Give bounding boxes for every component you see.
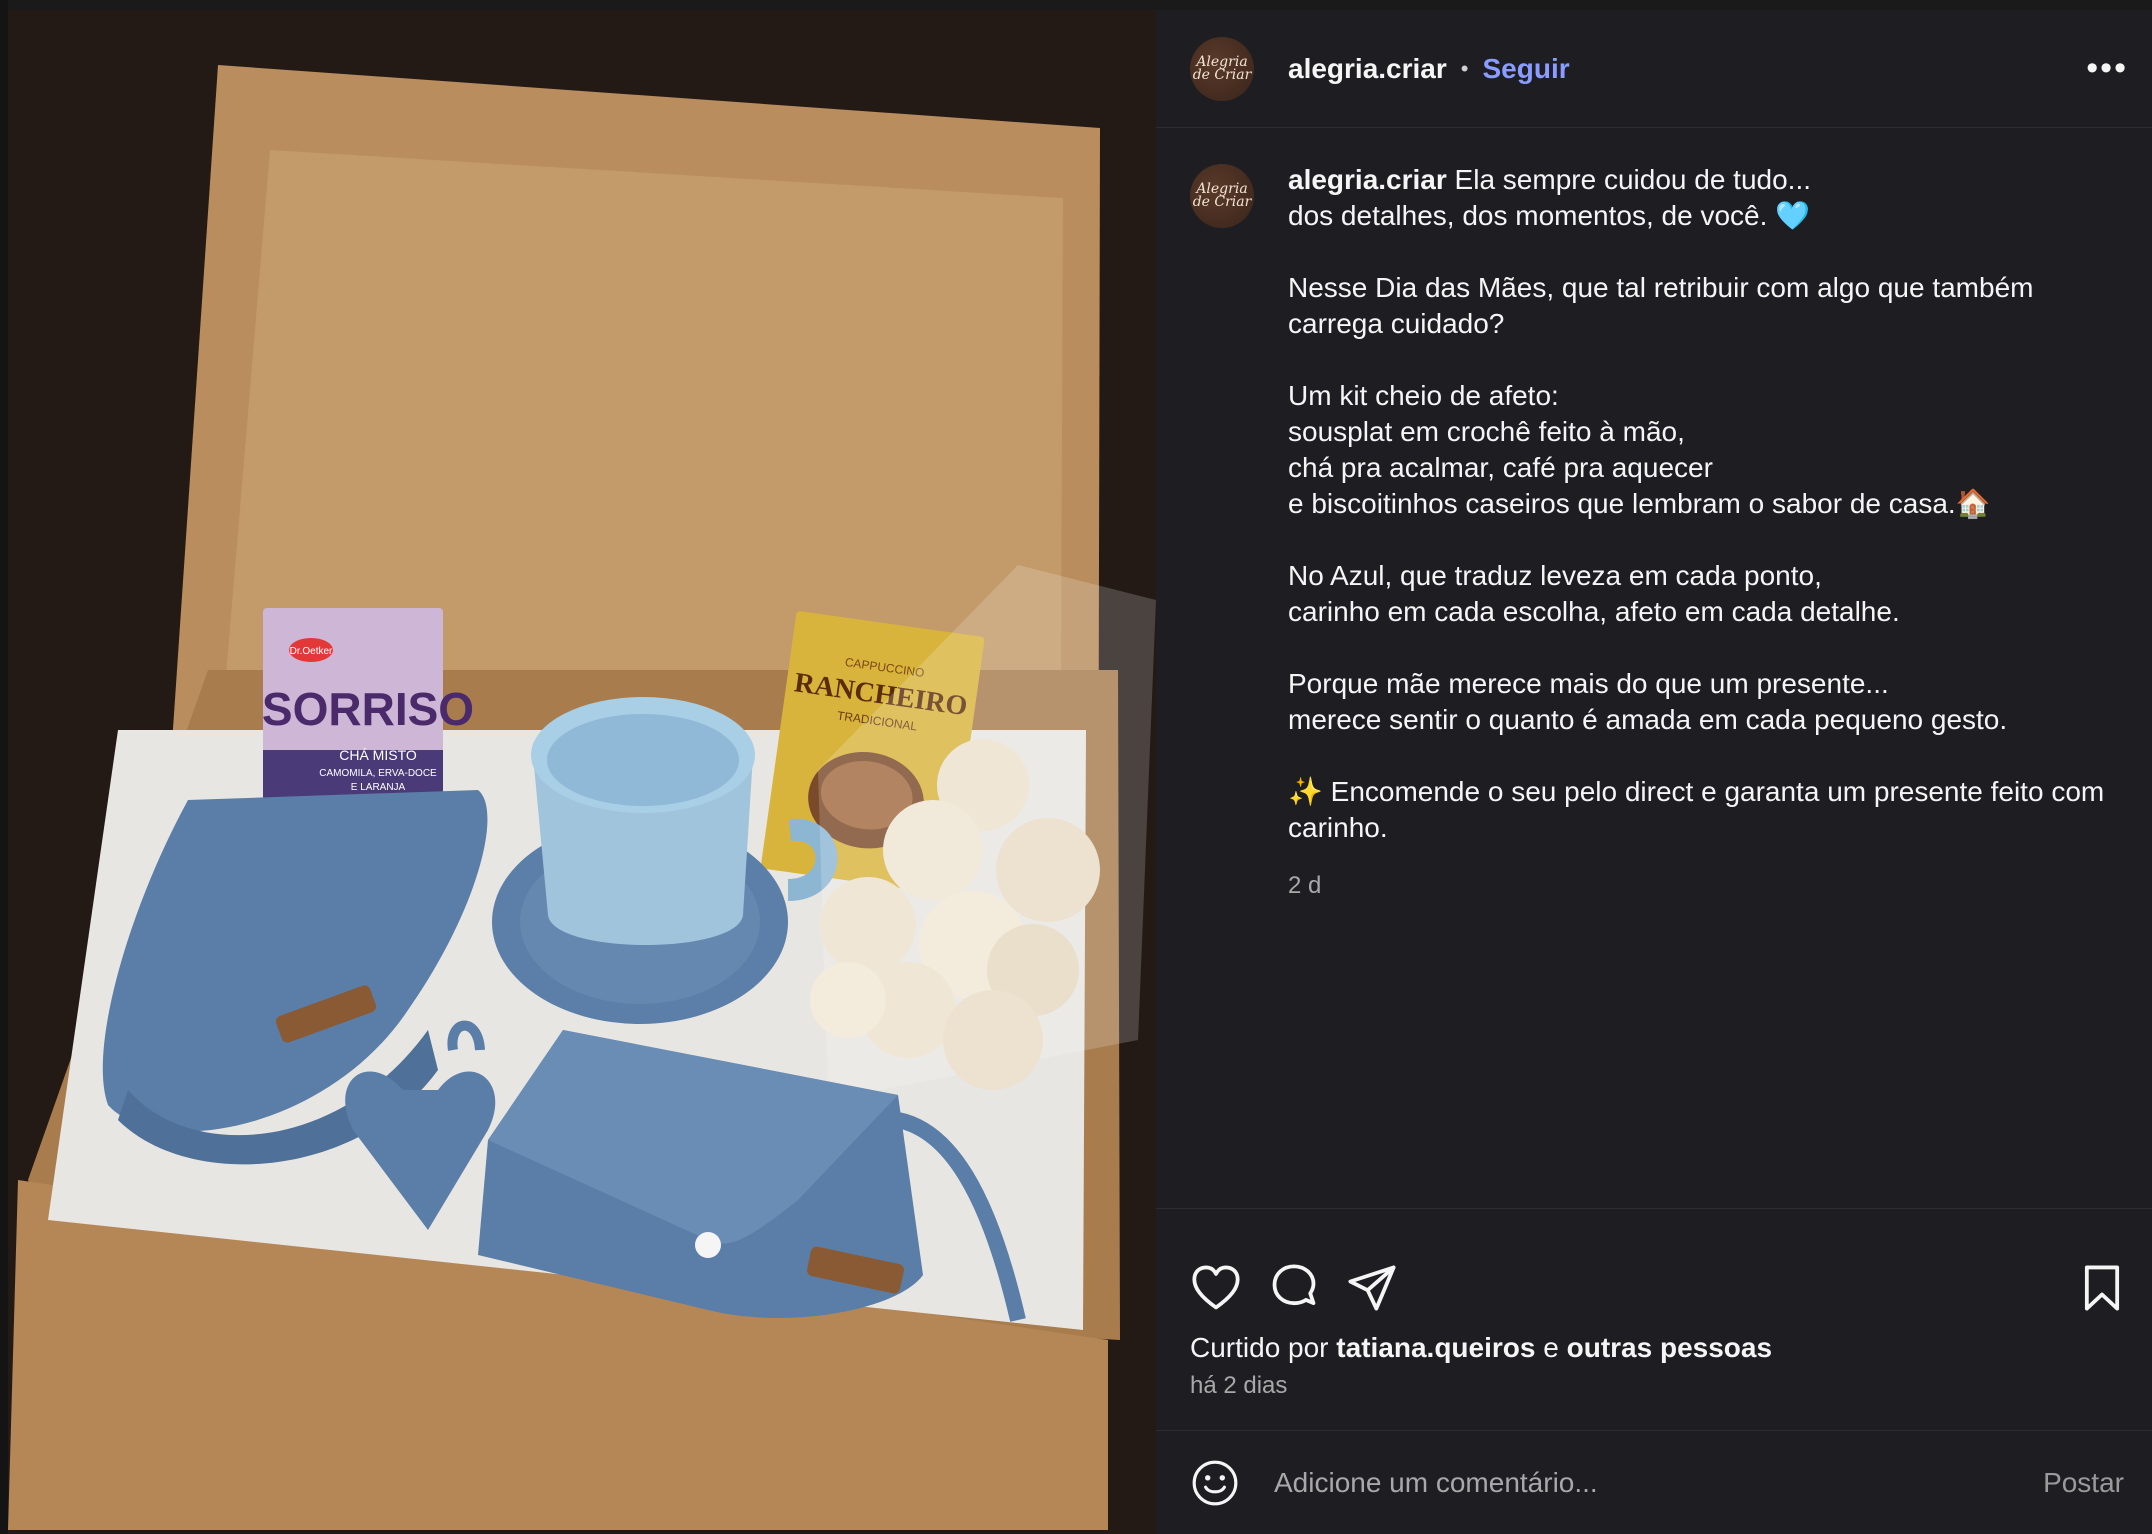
heart-icon[interactable] [1190,1262,1242,1314]
caption-username[interactable]: alegria.criar [1288,164,1447,195]
tea-sub-text-2: CAMOMILA, ERVA-DOCE [319,768,437,779]
emoji-icon[interactable] [1190,1458,1240,1508]
posted-time[interactable]: há 2 dias [1156,1364,2152,1400]
tea-sub-text-1: CHÁ MISTO [339,747,417,763]
caption-area: Alegria de Criar alegria.criar Ela sempr… [1156,128,2152,1208]
post-header: Alegria de Criar alegria.criar • Seguir … [1156,10,2152,128]
caption-avatar-logo-text: Alegria de Criar [1192,181,1252,210]
caption-timestamp[interactable]: 2 d [1288,868,2108,904]
author-avatar[interactable]: Alegria de Criar [1190,36,1254,101]
window-top-strip [0,0,2152,10]
author-username[interactable]: alegria.criar [1288,53,1447,85]
likes-prefix: Curtido por [1190,1332,1337,1363]
bookmark-icon[interactable] [2076,1262,2128,1314]
separator-dot: • [1460,55,1469,81]
post-caption: alegria.criar Ela sempre cuidou de tudo.… [1288,162,2108,1208]
action-bar [1156,1208,2152,1314]
likes-conj: e [1535,1332,1567,1363]
more-options-icon[interactable]: ••• [2086,49,2128,88]
share-icon[interactable] [1346,1262,1398,1314]
follow-button[interactable]: Seguir [1482,53,1569,85]
tea-brand-text: Dr.Oetker [290,646,333,657]
caption-author-avatar[interactable]: Alegria de Criar [1190,164,1254,228]
gift-box-photo: Dr.Oetker SORRISO CHÁ MISTO CAMOMILA, ER… [8,10,1156,1534]
avatar-logo-text: Alegria de Criar [1192,53,1252,83]
post-comment-button[interactable]: Postar [2043,1467,2124,1499]
tea-name-text: SORRISO [262,683,474,735]
tea-sub-text-3: E LARANJA [351,782,406,793]
post-image[interactable]: Dr.Oetker SORRISO CHÁ MISTO CAMOMILA, ER… [8,10,1156,1534]
comment-icon[interactable] [1268,1262,1320,1314]
comment-bar: Postar [1156,1430,2152,1534]
tea-sachet: Dr.Oetker SORRISO CHÁ MISTO CAMOMILA, ER… [262,608,474,808]
likes-summary: Curtido por tatiana.queiros e outras pes… [1156,1314,2152,1364]
window-left-strip [0,0,8,1534]
comment-input[interactable] [1272,1465,2044,1500]
caption-text: Ela sempre cuidou de tudo... dos detalhe… [1288,164,2105,843]
post-panel: Alegria de Criar alegria.criar • Seguir … [1156,10,2152,1534]
liked-by-user[interactable]: tatiana.queiros [1336,1332,1535,1363]
liked-by-others[interactable]: outras pessoas [1567,1332,1772,1363]
